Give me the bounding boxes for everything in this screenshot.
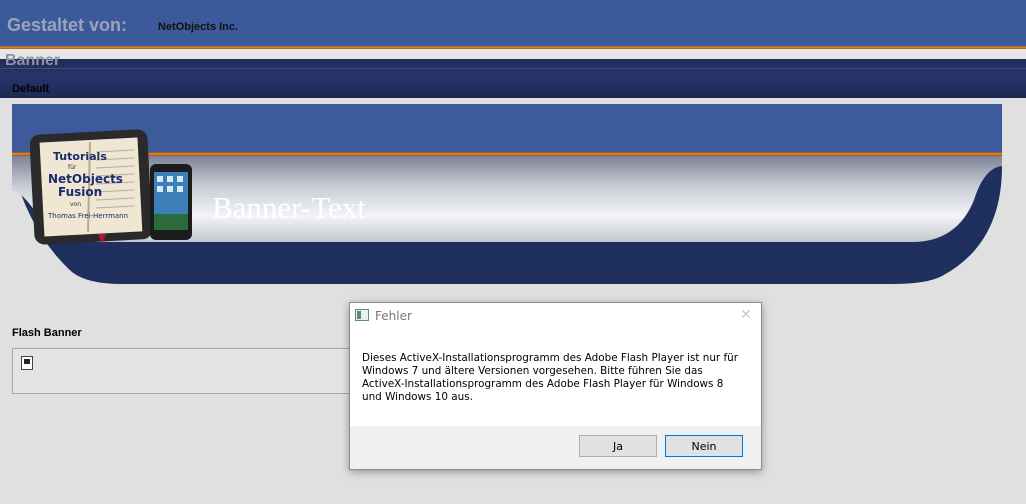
designer-name: NetObjects Inc.: [158, 21, 239, 33]
flash-banner-label: Flash Banner: [12, 327, 82, 339]
logo-line-2: für: [68, 164, 77, 171]
dialog-titlebar[interactable]: Fehler ✕: [350, 303, 761, 329]
dialog-footer: Ja Nein: [350, 426, 761, 469]
logo-line-1: Tutorials: [53, 150, 107, 163]
header-separator: [0, 49, 1026, 59]
no-button[interactable]: Nein: [665, 435, 743, 457]
designer-label: Gestaltet von:: [7, 15, 128, 35]
logo-line-6: Thomas Frei-Herrmann: [47, 212, 128, 220]
dialog-app-icon: [355, 309, 369, 321]
flash-banner-placeholder[interactable]: [12, 348, 359, 394]
yes-button[interactable]: Ja: [579, 435, 657, 457]
plugin-placeholder-icon[interactable]: [21, 356, 33, 370]
banner-text: Banner-Text: [212, 190, 366, 225]
nav-link-default[interactable]: Default: [12, 83, 49, 95]
close-icon[interactable]: ✕: [737, 306, 755, 324]
tutorials-logo: Tutorials für NetObjects Fusion von Thom…: [30, 129, 192, 245]
error-dialog: Fehler ✕ Dieses ActiveX-Installationspro…: [349, 302, 762, 470]
top-header: Gestaltet von: NetObjects Inc.: [0, 0, 1026, 46]
nav-bar: [0, 59, 1026, 98]
banner-label: Banner: [5, 52, 61, 69]
dialog-title: Fehler: [375, 309, 412, 323]
logo-line-4: Fusion: [58, 185, 102, 199]
logo-line-5: von: [70, 201, 81, 208]
logo-line-3: NetObjects: [48, 172, 123, 186]
dialog-message: Dieses ActiveX-Installationsprogramm des…: [362, 352, 739, 403]
nav-divider: [0, 68, 1026, 69]
